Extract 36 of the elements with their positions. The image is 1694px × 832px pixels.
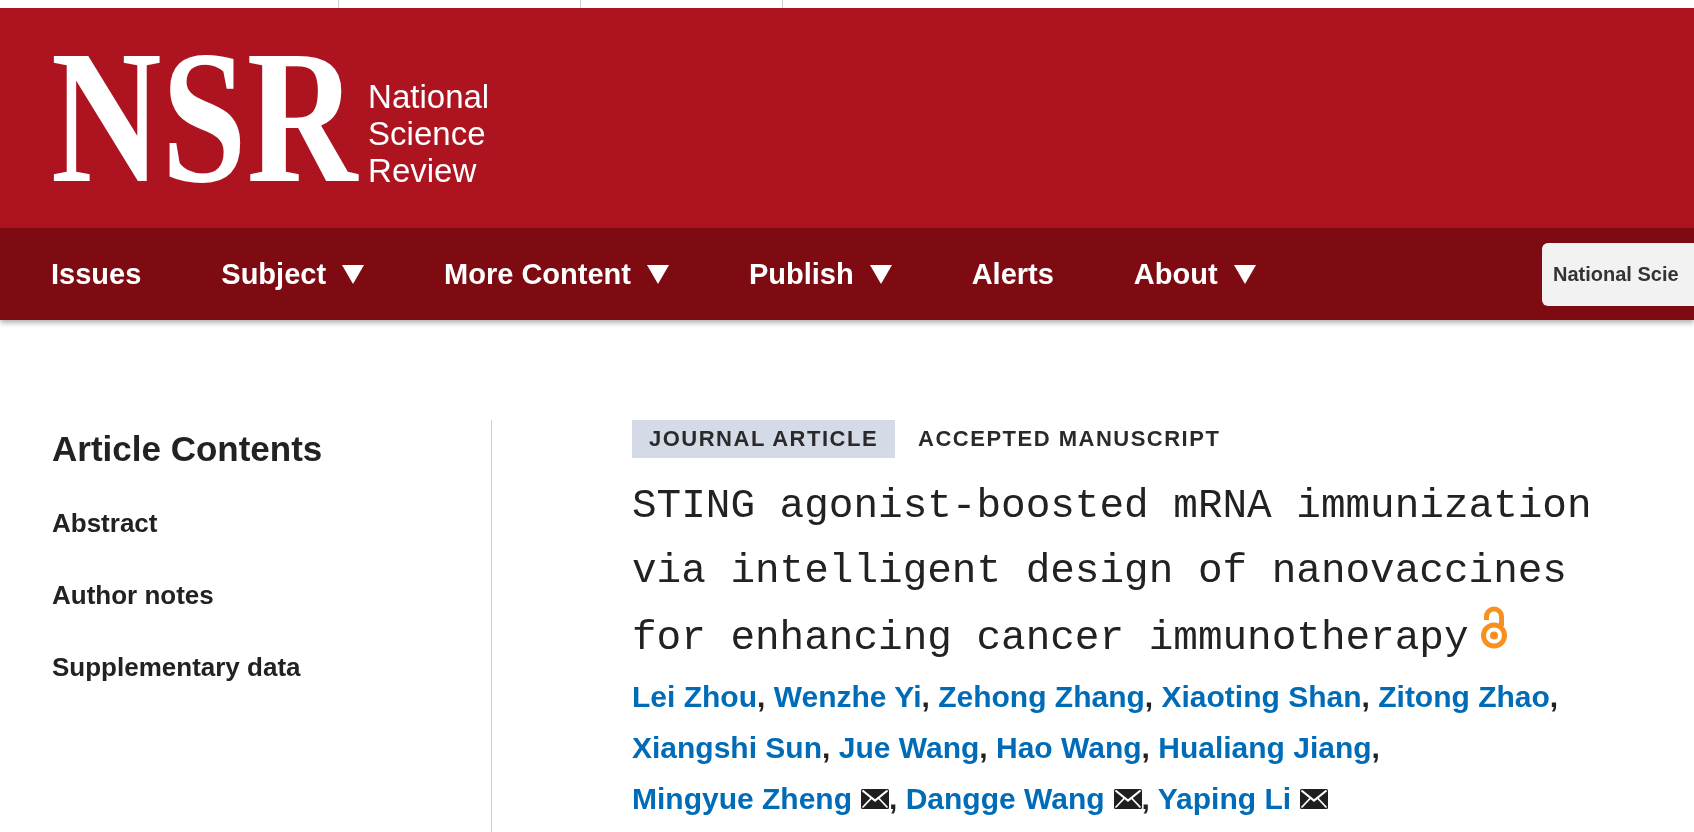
envelope-icon[interactable] — [861, 789, 889, 809]
author-link[interactable]: Yaping Li — [1157, 782, 1292, 815]
author-list: Lei Zhou, Wenzhe Yi, Zehong Zhang, Xiaoting Shan, Zitong Zhao, Xiangshi Sun, Jue Wang, Hao Wang, Hualiang Jiang, Mingyue Zheng , Dangge Wang , Yaping Li — [632, 671, 1592, 824]
sidebar-link[interactable]: Abstract — [52, 507, 158, 539]
author-link[interactable]: Hualiang Jiang — [1158, 731, 1372, 764]
envelope-icon[interactable] — [1113, 789, 1142, 809]
author-link[interactable]: Jue Wang — [838, 731, 980, 764]
sidebar-link[interactable]: Author notes — [52, 579, 214, 611]
manuscript-status-label: ACCEPTED MANUSCRIPT — [918, 425, 1221, 453]
author-link[interactable]: Hao Wang — [996, 731, 1142, 764]
logo-wordmark[interactable]: NSR — [51, 22, 358, 212]
nav-dropdown[interactable]: Subject — [221, 257, 365, 291]
envelope-icon[interactable] — [1300, 789, 1329, 809]
sidebar-link[interactable]: Supplementary data — [52, 651, 301, 683]
article-title: STING agonist-boosted mRNA immunization via intelligent design of nanovaccines for enhancing cancer immunotherapy — [632, 483, 1592, 661]
author-link[interactable]: Lei Zhou — [632, 680, 757, 713]
nav-dropdown[interactable]: Publish — [748, 257, 892, 291]
search-scope-select[interactable]: National Scie — [1542, 242, 1694, 306]
author-link[interactable]: Zitong Zhao — [1378, 680, 1550, 713]
author-link[interactable]: Dangge Wang — [905, 782, 1105, 815]
nav-link[interactable]: Issues — [51, 257, 142, 291]
journal-name[interactable]: National Science Review — [368, 78, 490, 189]
author-link[interactable]: Zehong Zhang — [938, 680, 1145, 713]
nav-dropdown[interactable]: More Content — [444, 257, 669, 291]
nav-dropdown[interactable]: About — [1133, 257, 1256, 291]
article-contents-heading: Article Contents — [52, 428, 323, 470]
caret-icon — [646, 264, 669, 284]
author-link[interactable]: Xiaoting Shan — [1161, 680, 1362, 713]
caret-icon — [869, 264, 892, 284]
caret-icon — [342, 264, 365, 284]
author-link[interactable]: Wenzhe Yi — [773, 680, 922, 713]
author-link[interactable]: Mingyue Zheng — [632, 782, 852, 815]
caret-icon — [1233, 264, 1256, 284]
nav-link[interactable]: Alerts — [971, 257, 1054, 291]
article-type-badge: JOURNAL ARTICLE — [632, 420, 896, 458]
author-link[interactable]: Xiangshi Sun — [632, 731, 823, 764]
